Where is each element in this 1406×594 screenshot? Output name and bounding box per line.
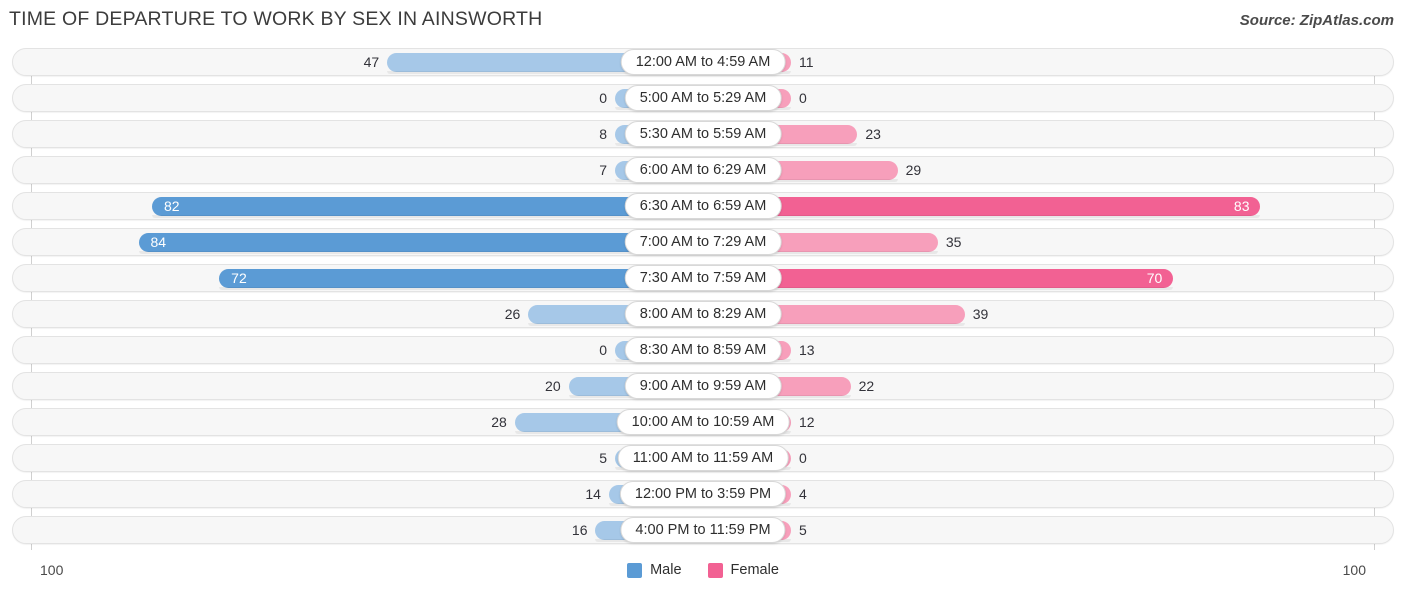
category-label: 10:00 AM to 10:59 AM: [616, 409, 790, 435]
bar-value-male: 28: [491, 414, 507, 430]
bar-value-male: 84: [150, 234, 167, 250]
category-label: 6:30 AM to 6:59 AM: [624, 193, 782, 219]
chart-row: 0 0 5:00 AM to 5:29 AM: [0, 80, 1406, 116]
bar-value-female: 29: [905, 162, 922, 178]
bar-value-female: 0: [799, 90, 807, 106]
bar-value-male: 14: [585, 486, 601, 502]
chart-row: 82 83 6:30 AM to 6:59 AM: [0, 188, 1406, 224]
category-label: 8:30 AM to 8:59 AM: [624, 337, 782, 363]
chart-page: TIME OF DEPARTURE TO WORK BY SEX IN AINS…: [0, 0, 1406, 594]
bar-value-male: 7: [599, 162, 607, 178]
page-title: TIME OF DEPARTURE TO WORK BY SEX IN AINS…: [9, 8, 543, 30]
bar-value-female: 4: [799, 486, 807, 502]
legend-item-female[interactable]: Female: [707, 562, 779, 578]
bar-value-male: 8: [599, 126, 607, 142]
source-attribution: Source: ZipAtlas.com: [1239, 12, 1394, 29]
bar-value-male: 0: [599, 342, 607, 358]
chart-row: 26 39 8:00 AM to 8:29 AM: [0, 296, 1406, 332]
category-label: 7:30 AM to 7:59 AM: [624, 265, 782, 291]
category-label: 7:00 AM to 7:29 AM: [624, 229, 782, 255]
bar-value-female: 13: [799, 342, 815, 358]
legend-item-male[interactable]: Male: [627, 562, 682, 578]
legend-swatch-male-icon: [627, 562, 643, 578]
category-label: 12:00 PM to 3:59 PM: [619, 481, 787, 507]
chart-row: 84 35 7:00 AM to 7:29 AM: [0, 224, 1406, 260]
chart-row: 28 12 10:00 AM to 10:59 AM: [0, 404, 1406, 440]
chart-rows: 47 11 12:00 AM to 4:59 AM 0 0 5:00 AM to 5:29…: [0, 44, 1406, 548]
bar-value-female: 0: [799, 450, 807, 466]
bar-value-female: 23: [865, 126, 881, 142]
bar-female[interactable]: [703, 197, 1260, 218]
category-label: 5:00 AM to 5:29 AM: [624, 85, 782, 111]
bar-value-male: 72: [231, 270, 247, 286]
legend-label-female: Female: [730, 562, 779, 578]
bar-value-male: 82: [163, 198, 180, 214]
bar-male[interactable]: [138, 233, 704, 254]
chart-footer: 100 100 Male Female: [0, 554, 1406, 594]
category-label: 6:00 AM to 6:29 AM: [624, 157, 782, 183]
bar-value-female: 39: [972, 306, 989, 322]
chart-row: 47 11 12:00 AM to 4:59 AM: [0, 44, 1406, 80]
legend: Male Female: [0, 562, 1406, 578]
bar-value-female: 22: [858, 378, 875, 394]
bar-value-female: 11: [799, 54, 814, 70]
category-label: 8:00 AM to 8:29 AM: [624, 301, 782, 327]
chart-row: 5 0 11:00 AM to 11:59 AM: [0, 440, 1406, 476]
category-label: 4:00 PM to 11:59 PM: [620, 517, 786, 543]
chart-row: 7 29 6:00 AM to 6:29 AM: [0, 152, 1406, 188]
category-label: 9:00 AM to 9:59 AM: [624, 373, 782, 399]
bar-value-female: 35: [945, 234, 962, 250]
chart-row: 8 23 5:30 AM to 5:59 AM: [0, 116, 1406, 152]
bar-value-female: 83: [1233, 198, 1250, 214]
chart-row: 72 70 7:30 AM to 7:59 AM: [0, 260, 1406, 296]
bar-value-male: 5: [599, 450, 607, 466]
category-label: 12:00 AM to 4:59 AM: [620, 49, 786, 75]
bar-value-female: 5: [799, 522, 807, 538]
bar-value-male: 0: [599, 90, 607, 106]
bar-value-male: 26: [504, 306, 521, 322]
chart-row: 20 22 9:00 AM to 9:59 AM: [0, 368, 1406, 404]
legend-swatch-female-icon: [707, 562, 723, 578]
bar-value-male: 16: [571, 522, 588, 538]
diverging-bar-chart: 47 11 12:00 AM to 4:59 AM 0 0 5:00 AM to 5:29…: [0, 44, 1406, 554]
chart-row: 14 4 12:00 PM to 3:59 PM: [0, 476, 1406, 512]
bar-value-male: 47: [363, 54, 380, 70]
chart-row: 16 5 4:00 PM to 11:59 PM: [0, 512, 1406, 548]
chart-header: TIME OF DEPARTURE TO WORK BY SEX IN AINS…: [0, 0, 1406, 44]
bar-male[interactable]: [151, 197, 704, 218]
bar-value-female: 70: [1146, 270, 1163, 286]
legend-label-male: Male: [650, 562, 682, 578]
category-label: 5:30 AM to 5:59 AM: [624, 121, 782, 147]
category-label: 11:00 AM to 11:59 AM: [617, 445, 789, 471]
bar-value-female: 12: [799, 414, 815, 430]
chart-row: 0 13 8:30 AM to 8:59 AM: [0, 332, 1406, 368]
bar-value-male: 20: [545, 378, 561, 394]
